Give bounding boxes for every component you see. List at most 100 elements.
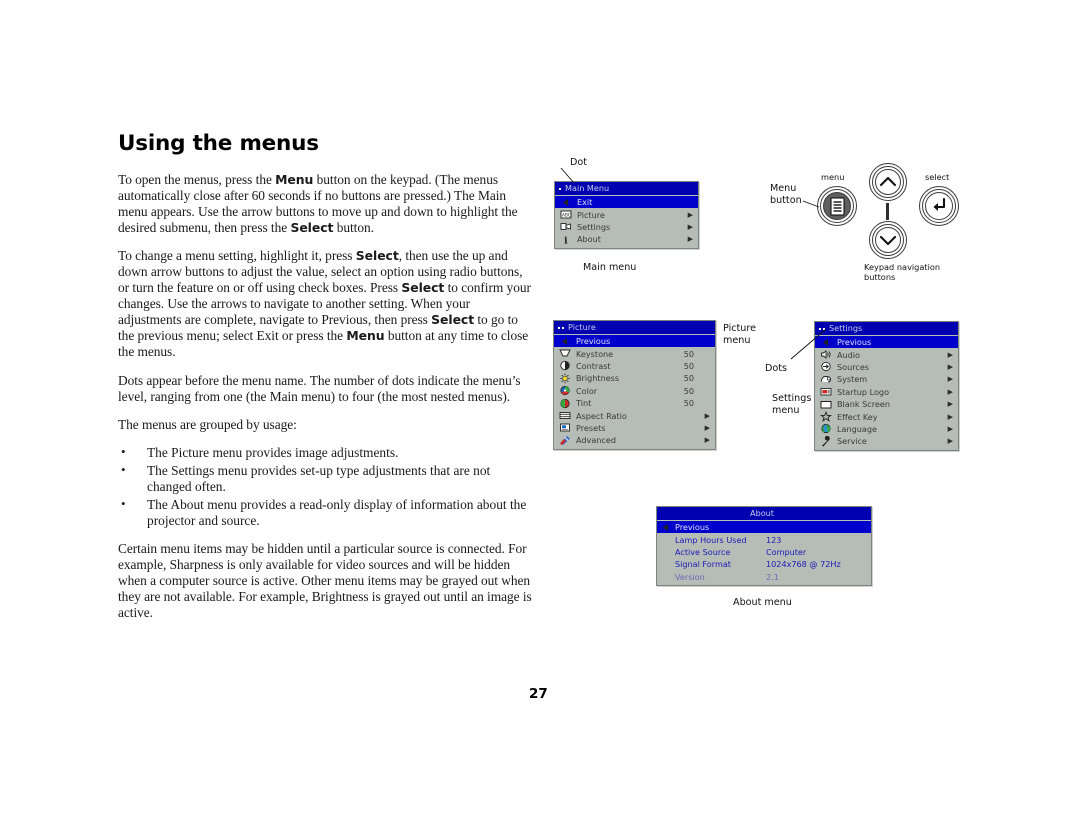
service-wrench-icon bbox=[818, 435, 833, 447]
label-select: select bbox=[925, 172, 950, 182]
osd-row-value: 50 bbox=[683, 373, 694, 384]
osd-row-effect-key[interactable]: Effect Key ▶ bbox=[815, 410, 958, 422]
color-icon bbox=[557, 385, 572, 396]
svg-text:ABC: ABC bbox=[562, 212, 571, 218]
osd-row-label: Audio bbox=[837, 349, 861, 360]
paragraph-list: To open the menus, press the Menu button… bbox=[118, 172, 536, 433]
picture-icon: ABC bbox=[560, 210, 571, 219]
about-row-version[interactable]: Version 2.1 bbox=[657, 571, 871, 583]
menu-level-dots bbox=[559, 187, 561, 190]
osd-title-bar: Picture bbox=[554, 321, 715, 334]
enter-arrow-icon bbox=[933, 197, 946, 211]
osd-row-value: 50 bbox=[683, 360, 694, 371]
callout-menu-button: Menu button bbox=[770, 183, 802, 206]
blank-screen-icon bbox=[818, 399, 833, 410]
osd-row-startup-logo[interactable]: Startup Logo ▶ bbox=[815, 386, 958, 398]
about-row-active-source[interactable]: Active Source Computer bbox=[657, 546, 871, 558]
osd-row-picture[interactable]: ABC Picture ▶ bbox=[555, 208, 698, 220]
menu-button[interactable] bbox=[817, 186, 857, 226]
settings-icon bbox=[560, 223, 571, 231]
osd-row-submenu-arrow-icon: ▶ bbox=[704, 423, 710, 432]
bullet-list: The Picture menu provides image adjustme… bbox=[118, 444, 536, 529]
back-arrow-icon bbox=[562, 198, 568, 206]
osd-row-contrast[interactable]: Contrast 50 bbox=[554, 360, 715, 372]
aspect-ratio-icon bbox=[557, 410, 572, 421]
blank-screen-icon bbox=[820, 400, 831, 409]
osd-row-color[interactable]: Color 50 bbox=[554, 385, 715, 397]
osd-row-presets[interactable]: Presets ▶ bbox=[554, 422, 715, 434]
menu-level-dots bbox=[558, 326, 564, 329]
osd-row-submenu-arrow-icon: ▶ bbox=[687, 222, 693, 231]
down-button[interactable] bbox=[869, 221, 907, 259]
osd-row-label: Brightness bbox=[576, 373, 620, 384]
osd-row-label: Advanced bbox=[576, 435, 616, 446]
osd-row-language[interactable]: Language ▶ bbox=[815, 423, 958, 435]
osd-row-brightness[interactable]: Brightness 50 bbox=[554, 372, 715, 384]
osd-row-label: Color bbox=[576, 385, 598, 396]
presets-icon bbox=[559, 423, 570, 432]
about-row-label: Lamp Hours Used bbox=[675, 534, 747, 545]
osd-row-label: Keystone bbox=[576, 348, 614, 359]
osd-picture-menu[interactable]: Picture Previous Keystone 50 Contrast 50 Brig… bbox=[553, 320, 716, 450]
osd-title-text: Settings bbox=[829, 323, 863, 333]
osd-title-text: Picture bbox=[568, 322, 596, 332]
osd-row-advanced[interactable]: Advanced ▶ bbox=[554, 434, 715, 446]
bullet-item: The Settings menu provides set-up type a… bbox=[118, 462, 536, 495]
select-button[interactable] bbox=[919, 186, 959, 226]
contrast-icon bbox=[557, 360, 572, 371]
tint-icon bbox=[557, 398, 572, 409]
settings-icon bbox=[558, 221, 573, 232]
about-row-lamp-hours-used[interactable]: Lamp Hours Used 123 bbox=[657, 533, 871, 545]
osd-row-settings[interactable]: Settings ▶ bbox=[555, 221, 698, 233]
about-info-icon: i bbox=[558, 234, 573, 244]
osd-row-system[interactable]: System ▶ bbox=[815, 373, 958, 385]
about-row-label: Version bbox=[675, 571, 705, 582]
osd-row-label: Tint bbox=[576, 398, 592, 409]
sources-icon bbox=[818, 361, 833, 372]
tint-icon bbox=[559, 398, 570, 408]
about-row-value: 2.1 bbox=[766, 571, 779, 582]
osd-row-value: 50 bbox=[683, 348, 694, 359]
osd-row-label: Exit bbox=[577, 197, 593, 208]
brightness-icon bbox=[557, 373, 572, 384]
osd-row-label: Effect Key bbox=[837, 411, 878, 422]
osd-row-service[interactable]: Service ▶ bbox=[815, 435, 958, 447]
osd-row-aspect-ratio[interactable]: Aspect Ratio ▶ bbox=[554, 409, 715, 421]
osd-row-submenu-arrow-icon: ▶ bbox=[704, 411, 710, 420]
effect-key-star-icon bbox=[818, 411, 833, 422]
osd-row-value: 50 bbox=[683, 385, 694, 396]
osd-settings-menu[interactable]: Settings Previous Audio ▶ Sources ▶ System ▶ St… bbox=[814, 321, 959, 451]
article-text-column: Using the menus To open the menus, press… bbox=[118, 131, 536, 633]
osd-row-submenu-arrow-icon: ▶ bbox=[704, 436, 710, 445]
osd-row-sources[interactable]: Sources ▶ bbox=[815, 361, 958, 373]
language-globe-icon bbox=[820, 424, 831, 434]
presets-icon bbox=[557, 422, 572, 433]
color-icon bbox=[559, 386, 570, 396]
osd-row-label: Sources bbox=[837, 361, 870, 372]
osd-row-blank-screen[interactable]: Blank Screen ▶ bbox=[815, 398, 958, 410]
osd-main-menu[interactable]: Main Menu Exit ABC Picture ▶ Settings ▶ i About… bbox=[554, 181, 699, 249]
back-arrow-icon bbox=[660, 522, 672, 533]
osd-row-previous[interactable]: Previous bbox=[554, 335, 715, 348]
osd-row-list: Previous Lamp Hours Used 123 Active Source C… bbox=[657, 520, 871, 585]
callout-main-menu: Main menu bbox=[583, 262, 637, 273]
about-row-previous[interactable]: Previous bbox=[657, 521, 871, 534]
osd-row-exit[interactable]: Exit bbox=[555, 196, 698, 209]
up-button[interactable] bbox=[869, 163, 907, 201]
osd-title-bar: About bbox=[657, 507, 871, 520]
paragraph-p1: To open the menus, press the Menu button… bbox=[118, 172, 518, 236]
back-arrow-icon bbox=[558, 197, 573, 208]
osd-row-tint[interactable]: Tint 50 bbox=[554, 397, 715, 409]
osd-row-submenu-arrow-icon: ▶ bbox=[947, 350, 953, 359]
callout-dot: Dot bbox=[570, 157, 588, 168]
osd-row-label: Settings bbox=[577, 221, 611, 232]
osd-row-keystone[interactable]: Keystone 50 bbox=[554, 347, 715, 359]
osd-row-submenu-arrow-icon: ▶ bbox=[947, 424, 953, 433]
osd-about-menu[interactable]: About Previous Lamp Hours Used 123 Active S… bbox=[656, 506, 872, 586]
language-globe-icon bbox=[818, 423, 833, 434]
osd-row-about[interactable]: i About ▶ bbox=[555, 233, 698, 245]
osd-row-audio[interactable]: Audio ▶ bbox=[815, 348, 958, 360]
about-row-signal-format[interactable]: Signal Format 1024x768 @ 72Hz bbox=[657, 558, 871, 570]
osd-row-previous[interactable]: Previous bbox=[815, 336, 958, 349]
osd-row-submenu-arrow-icon: ▶ bbox=[687, 235, 693, 244]
